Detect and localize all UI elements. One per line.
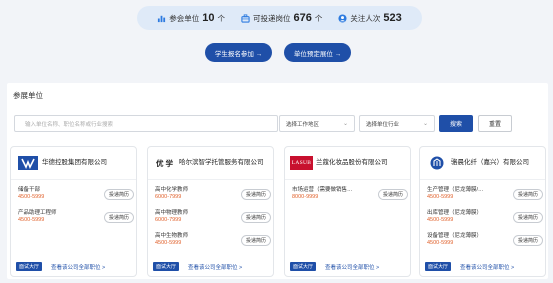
job-list: 高中化学教师 6000-7999 投递简历 高中物理教师 6000-7999 投… — [155, 187, 271, 256]
company-card: 优 学 哈尔滨智学托管服务有限公司 高中化学教师 6000-7999 投递简历 … — [147, 146, 274, 277]
stat-units-label: 参会单位 — [169, 13, 200, 23]
company-name: 华德控股集团有限公司 — [42, 159, 107, 166]
company-logo — [16, 156, 39, 170]
view-all-jobs-link[interactable]: 查看该公司全部职位 > — [51, 263, 105, 271]
stat-units-unit: 个 — [217, 13, 226, 23]
industry-select-label: 选择单位行业 — [366, 121, 400, 128]
section-title: 参展单位 — [13, 91, 43, 100]
chevron-down-icon: ⌄ — [342, 121, 348, 127]
area-select[interactable]: 选择工作地区 ⌄ — [279, 115, 355, 132]
follow-icon — [338, 13, 347, 23]
card-footer: 面试大厅 查看该公司全部职位 > — [290, 262, 379, 271]
stat-jobs: 可投递岗位 676 个 — [241, 12, 322, 24]
job-item[interactable]: 高中化学教师 6000-7999 投递简历 — [155, 187, 271, 210]
divider — [285, 179, 410, 180]
deliver-resume-button[interactable]: 投递简历 — [241, 212, 271, 223]
student-signup-button[interactable]: 学生报名参加 → — [205, 43, 272, 62]
unit-book-booth-button[interactable]: 单位预定展位 → — [284, 43, 351, 62]
briefcase-icon — [241, 13, 250, 23]
job-item[interactable]: 出库管理（尼龙薄膜） 4500-5999 投递简历 — [427, 210, 543, 233]
stat-follow-value: 523 — [383, 12, 402, 24]
view-all-jobs-link[interactable]: 查看该公司全部职位 > — [188, 263, 242, 271]
company-name: 兰蔻化妆品股份有限公司 — [316, 159, 388, 166]
job-item[interactable]: 产品助理工程师 4500-5999 投递简历 — [18, 210, 134, 233]
company-header[interactable]: 华德控股集团有限公司 — [11, 147, 136, 179]
company-logo-text: 优 学 — [155, 158, 174, 168]
company-card: 骆晨化纤（嘉兴）有限公司 生产管理（尼龙薄膜/… 4500-5999 投递简历 … — [419, 146, 546, 277]
job-item[interactable]: 高中物理教师 6000-7999 投递简历 — [155, 210, 271, 233]
interview-hall-button[interactable]: 面试大厅 — [16, 262, 43, 271]
divider — [420, 179, 545, 180]
industry-select[interactable]: 选择单位行业 ⌄ — [359, 115, 435, 132]
company-logo: LASUB — [290, 156, 313, 170]
company-logo-icon — [430, 156, 443, 170]
divider — [11, 179, 136, 180]
job-item[interactable]: 市场运营（需要做销售… 8000-9999 投递简历 — [292, 187, 408, 210]
company-logo-icon — [17, 156, 38, 170]
company-logo: 优 学 — [153, 156, 176, 170]
stat-units: 参会单位 10 个 — [157, 12, 225, 24]
reset-button[interactable]: 重置 — [478, 115, 512, 132]
bar-chart-icon — [158, 15, 166, 22]
job-list: 生产管理（尼龙薄膜/… 4500-5999 投递简历 出库管理（尼龙薄膜） 45… — [427, 187, 543, 256]
company-logo — [425, 156, 448, 170]
stat-jobs-unit: 个 — [314, 13, 323, 23]
deliver-resume-button[interactable]: 投递简历 — [104, 212, 134, 223]
company-header[interactable]: 骆晨化纤（嘉兴）有限公司 — [420, 147, 545, 179]
stat-units-value: 10 — [202, 12, 215, 24]
view-all-jobs-link[interactable]: 查看该公司全部职位 > — [325, 263, 379, 271]
interview-hall-button[interactable]: 面试大厅 — [290, 262, 317, 271]
company-header[interactable]: 优 学 哈尔滨智学托管服务有限公司 — [148, 147, 273, 179]
search-button[interactable]: 搜索 — [439, 115, 473, 132]
interview-hall-button[interactable]: 面试大厅 — [425, 262, 452, 271]
stats-bar: 参会单位 10 个 可投递岗位 676 个 关注人次 523 — [137, 6, 422, 30]
deliver-resume-button[interactable]: 投递简历 — [104, 189, 134, 200]
deliver-resume-button[interactable]: 投递简历 — [378, 189, 408, 200]
view-all-jobs-link[interactable]: 查看该公司全部职位 > — [460, 263, 514, 271]
job-list: 市场运营（需要做销售… 8000-9999 投递简历 — [292, 187, 408, 210]
exhibitors-panel: 参展单位 输入单位名称、职位名称或行业搜索 选择工作地区 ⌄ 选择单位行业 ⌄ … — [7, 83, 548, 279]
deliver-resume-button[interactable]: 投递简历 — [513, 235, 543, 246]
interview-hall-button[interactable]: 面试大厅 — [153, 262, 180, 271]
deliver-resume-button[interactable]: 投递简历 — [241, 235, 271, 246]
stat-jobs-value: 676 — [293, 12, 312, 24]
company-name: 骆晨化纤（嘉兴）有限公司 — [451, 159, 529, 166]
deliver-resume-button[interactable]: 投递简历 — [241, 189, 271, 200]
card-footer: 面试大厅 查看该公司全部职位 > — [153, 262, 242, 271]
card-footer: 面试大厅 查看该公司全部职位 > — [425, 262, 514, 271]
search-input[interactable]: 输入单位名称、职位名称或行业搜索 — [14, 115, 278, 132]
divider — [148, 179, 273, 180]
job-item[interactable]: 高中生物教师 4500-5999 投递简历 — [155, 233, 271, 256]
area-select-label: 选择工作地区 — [286, 121, 320, 128]
company-card: 华德控股集团有限公司 储备干部 4500-5999 投递简历 产品助理工程师 4… — [10, 146, 137, 277]
deliver-resume-button[interactable]: 投递简历 — [513, 212, 543, 223]
company-logo-text: LASUB — [291, 160, 312, 166]
chevron-down-icon: ⌄ — [422, 121, 428, 127]
company-card: LASUB 兰蔻化妆品股份有限公司 市场运营（需要做销售… 8000-9999 … — [284, 146, 411, 277]
stat-follow: 关注人次 523 — [338, 12, 402, 24]
job-item[interactable]: 储备干部 4500-5999 投递简历 — [18, 187, 134, 210]
card-footer: 面试大厅 查看该公司全部职位 > — [16, 262, 105, 271]
deliver-resume-button[interactable]: 投递简历 — [513, 189, 543, 200]
stat-jobs-label: 可投递岗位 — [253, 13, 291, 23]
stat-follow-label: 关注人次 — [350, 13, 381, 23]
company-name: 哈尔滨智学托管服务有限公司 — [179, 159, 264, 166]
job-item[interactable]: 生产管理（尼龙薄膜/… 4500-5999 投递简历 — [427, 187, 543, 210]
job-list: 储备干部 4500-5999 投递简历 产品助理工程师 4500-5999 投递… — [18, 187, 134, 233]
company-header[interactable]: LASUB 兰蔻化妆品股份有限公司 — [285, 147, 410, 179]
job-item[interactable]: 设备管理（尼龙薄膜） 4500-5999 投递简历 — [427, 233, 543, 256]
